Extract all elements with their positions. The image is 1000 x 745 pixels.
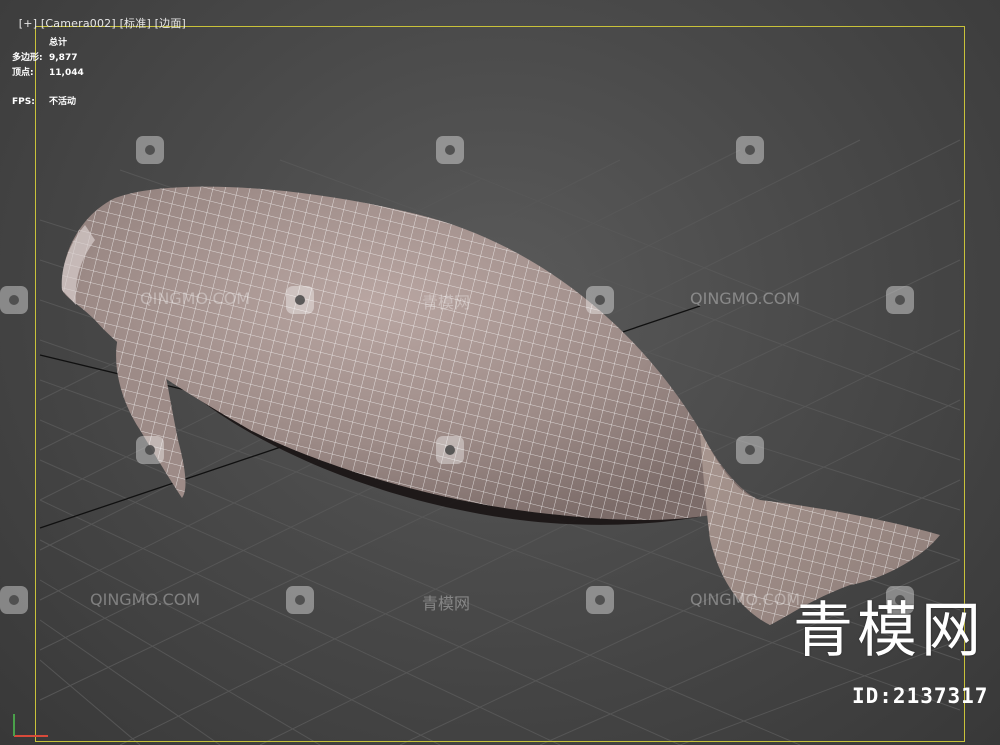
qingmo-logo-icon: [586, 586, 614, 614]
qingmo-logo-icon: [286, 586, 314, 614]
qingmo-logo-icon: [136, 436, 164, 464]
qingmo-logo-icon: [736, 136, 764, 164]
statistics-overlay: 总计 多边形: 9,877 顶点: 11,044 FPS: 不活动: [12, 36, 84, 110]
watermark-text: QINGMO.COM: [690, 289, 801, 308]
qingmo-logo-icon: [0, 586, 28, 614]
viewport-display-menu[interactable]: [边面]: [155, 17, 186, 30]
qingmo-logo-icon: [136, 136, 164, 164]
qingmo-logo-icon: [736, 436, 764, 464]
watermark-text: 青模网: [422, 293, 471, 312]
polys-label: 多边形:: [12, 53, 43, 63]
axis-gizmo-icon: [13, 714, 48, 737]
watermark-text: QINGMO.COM: [90, 590, 201, 609]
viewport-3d[interactable]: [+] [Camera002] [标准] [边面] 总计 多边形: 9,877 顶…: [0, 0, 1000, 745]
fps-value: 不活动: [49, 97, 77, 107]
brand-logo-text: 青模网: [793, 596, 985, 666]
polys-value: 9,877: [49, 53, 78, 63]
qingmo-logo-icon: [436, 136, 464, 164]
fps-label: FPS:: [12, 97, 35, 107]
verts-label: 顶点:: [12, 68, 34, 78]
model-id-label: ID:2137317: [852, 684, 989, 708]
viewport-menu-plus[interactable]: [+]: [19, 17, 37, 30]
qingmo-logo-icon: [586, 286, 614, 314]
watermark-text: QINGMO.COM: [140, 289, 251, 308]
qingmo-logo-icon: [436, 436, 464, 464]
viewport-camera-menu[interactable]: [Camera002]: [41, 17, 116, 30]
viewport-shading-menu[interactable]: [标准]: [120, 17, 151, 30]
qingmo-logo-icon: [886, 286, 914, 314]
watermark-text: QINGMO.COM: [690, 590, 801, 609]
watermark-text: 青模网: [422, 594, 471, 613]
qingmo-logo-icon: [286, 286, 314, 314]
verts-value: 11,044: [49, 68, 84, 78]
qingmo-logo-icon: [0, 286, 28, 314]
stats-header: 总计: [49, 38, 68, 48]
